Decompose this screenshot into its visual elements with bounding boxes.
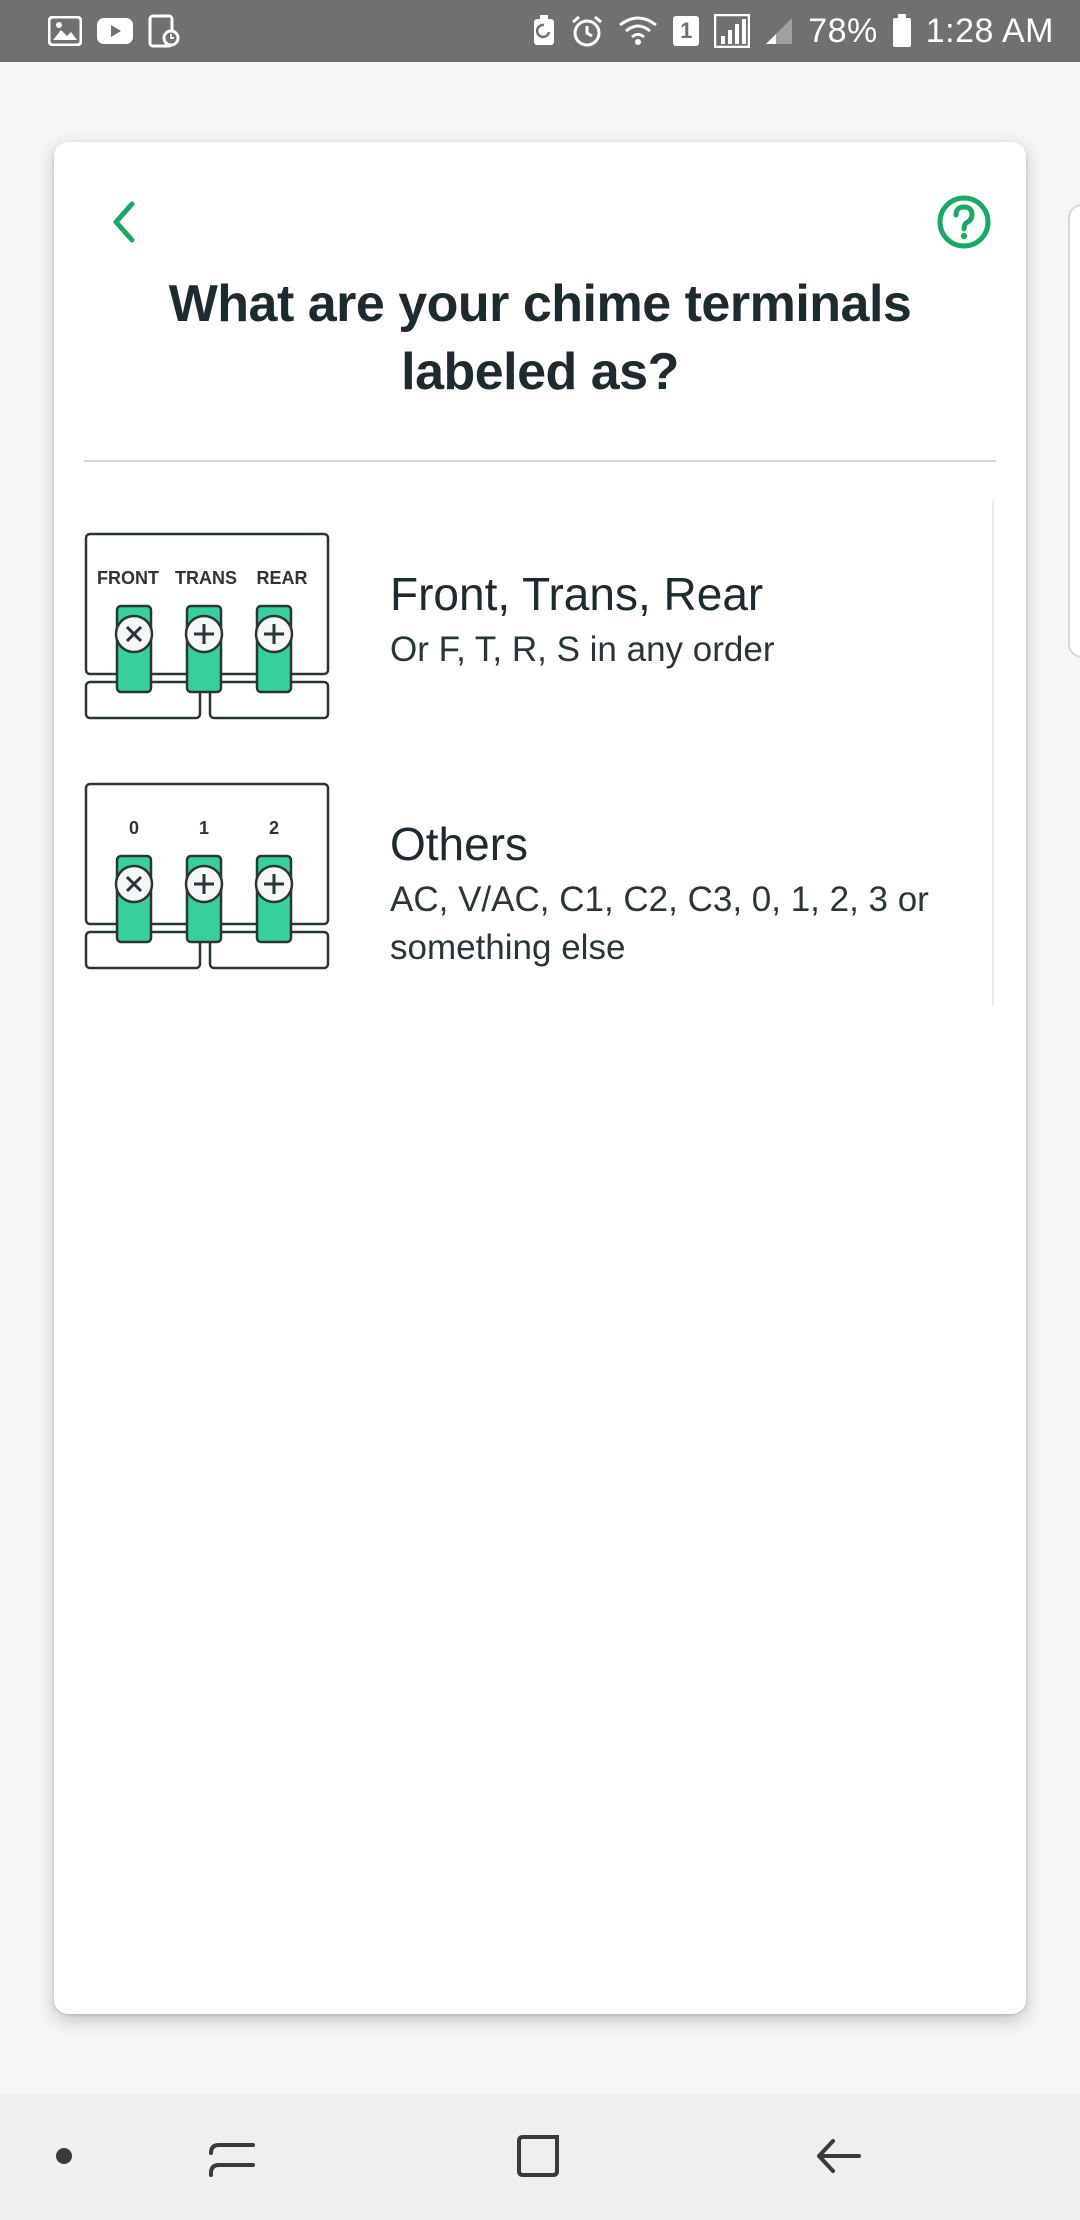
signal-weak-icon <box>764 16 794 46</box>
signal-icon <box>714 14 751 48</box>
help-button[interactable] <box>934 192 994 252</box>
sim-icon: 1 <box>672 15 700 47</box>
title-divider <box>84 460 996 462</box>
option-subtitle: Or F, T, R, S in any order <box>390 630 775 669</box>
next-card-peek <box>1068 204 1080 658</box>
nav-dot-button[interactable] <box>32 2124 96 2188</box>
battery-percent: 78% <box>808 11 878 50</box>
status-bar: 1 78% 1:28 AM <box>0 0 1080 62</box>
status-system: 1 78% 1:28 AM <box>532 12 1054 51</box>
terminal-label: REAR <box>256 568 307 588</box>
home-button[interactable] <box>506 2124 570 2188</box>
help-icon <box>937 195 991 249</box>
clock: 1:28 AM <box>925 11 1054 50</box>
option-others[interactable]: 0 1 2 Others AC, V/AC, C1, C2, C3, 0, 1,… <box>84 782 964 1002</box>
chime-terminal-front-trans-rear-icon: FRONT TRANS REAR <box>84 532 330 720</box>
home-icon <box>517 2135 559 2177</box>
recent-apps-button[interactable] <box>200 2124 264 2188</box>
option-subtitle: AC, V/AC, C1, C2, C3, 0, 1, 2, 3 or some… <box>390 880 929 967</box>
back-arrow-icon <box>817 2139 861 2173</box>
main-card: What are your chime terminals labeled as… <box>54 142 1026 2014</box>
option-text: Front, Trans, Rear Or F, T, R, S in any … <box>390 566 950 674</box>
dot-icon <box>56 2148 72 2164</box>
gallery-icon <box>48 16 82 46</box>
back-nav-button[interactable] <box>806 2124 870 2188</box>
sim-badge: 1 <box>680 18 693 43</box>
back-button[interactable] <box>94 192 154 252</box>
recent-apps-icon <box>209 2143 255 2177</box>
terminal-label: 2 <box>269 818 279 838</box>
terminal-label: FRONT <box>97 568 159 588</box>
option-text: Others AC, V/AC, C1, C2, C3, 0, 1, 2, 3 … <box>390 816 950 972</box>
wifi-icon <box>618 15 658 47</box>
status-notifications <box>48 14 180 48</box>
battery-icon <box>892 14 912 48</box>
terminal-label: TRANS <box>175 568 237 588</box>
alarm-icon <box>570 14 604 48</box>
scroll-indicator <box>992 500 994 1006</box>
option-front-trans-rear[interactable]: FRONT TRANS REAR Front, Trans, Rear Or F… <box>84 532 964 752</box>
terminal-label: 1 <box>199 818 209 838</box>
youtube-icon <box>96 16 134 46</box>
chime-terminal-numbered-icon: 0 1 2 <box>84 782 330 970</box>
terminal-label: 0 <box>129 818 139 838</box>
navigation-bar <box>0 2094 1080 2220</box>
option-title: Front, Trans, Rear <box>390 568 764 620</box>
screenshot-icon <box>148 14 180 48</box>
option-title: Others <box>390 818 529 870</box>
battery-saver-icon <box>532 15 556 47</box>
chevron-left-icon <box>113 201 135 243</box>
page-title: What are your chime terminals labeled as… <box>168 275 912 401</box>
